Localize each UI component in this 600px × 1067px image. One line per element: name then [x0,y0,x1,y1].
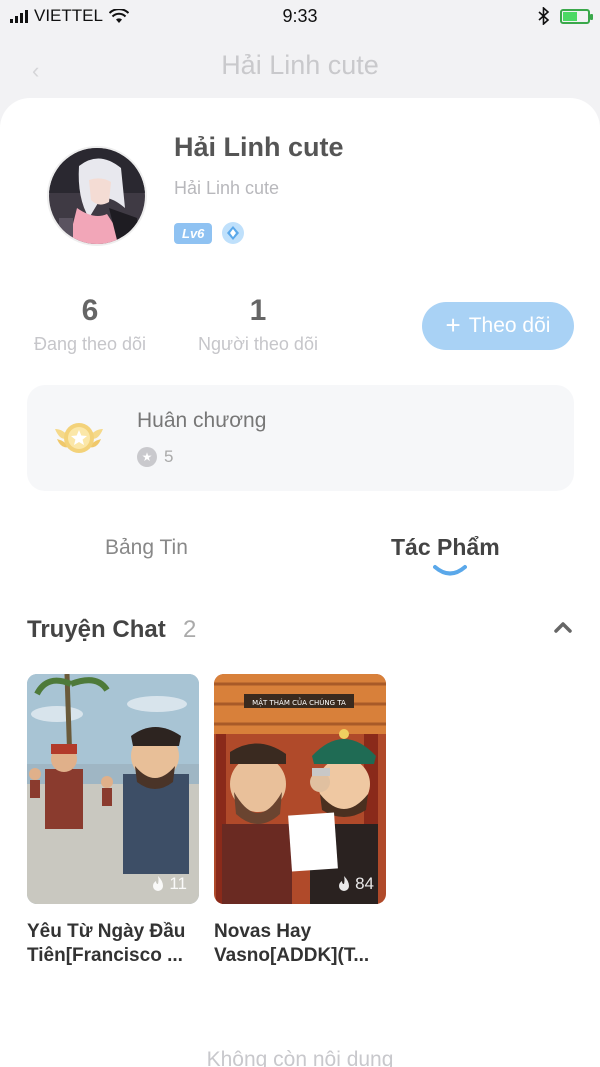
profile-sheet: Hải Linh cute Hải Linh cute Lv6 6 Đang t… [0,98,600,1067]
story-thumbnail[interactable]: MẬT THÁM CỦA CHÚNG TA 84 [214,674,386,904]
story-title[interactable]: Yêu Từ Ngày Đầu Tiên[Francisco ... [27,920,207,968]
tab-news[interactable]: Bảng Tin [105,536,188,560]
medals-title: Huân chương [137,409,267,432]
status-bar: VIETTEL 9:33 [0,0,600,32]
level-badge: Lv6 [174,222,213,244]
active-tab-indicator [433,565,467,576]
story-title[interactable]: Novas Hay Vasno[ADDK](T... [214,920,394,968]
following-label: Đang theo dõi [33,334,147,354]
story-title-line: Yêu Từ Ngày Đầu [27,921,186,942]
avatar[interactable] [47,146,147,246]
story-title-line: Vasno[ADDK](T... [214,945,370,966]
tab-works[interactable]: Tác Phẩm [391,534,500,561]
bluetooth-icon [538,7,550,25]
following-stat[interactable]: 6 Đang theo dõi [28,294,152,355]
wifi-icon [108,8,129,23]
follow-button[interactable]: + Theo dõi [422,302,574,350]
signal-icon [10,9,28,23]
chevron-up-icon[interactable] [553,620,573,634]
rank-badge-icon [222,222,245,244]
profile-name: Hải Linh cute [174,132,344,162]
followers-label: Người theo dõi [198,334,318,354]
following-count: 6 [81,294,99,327]
section-count: 2 [183,616,197,643]
end-of-content-text: Không còn nội dung [206,1048,394,1067]
section-title: Truyện Chat [27,616,166,643]
star-icon: ★ [137,447,157,467]
medals-count: 5 [164,447,174,466]
medal-icon [55,423,103,453]
plus-icon: + [445,310,461,340]
page-title: Hải Linh cute [221,50,379,80]
flame-icon [339,875,350,891]
followers-count: 1 [249,294,267,327]
followers-stat[interactable]: 1 Người theo dõi [190,294,326,355]
likes-count: 11 [169,874,187,893]
flame-icon [153,875,164,891]
likes-count: 84 [355,874,374,893]
story-thumbnail[interactable]: 11 [27,674,199,904]
carrier-name: VIETTEL [34,6,103,25]
story-title-line: Novas Hay [214,921,312,942]
story-title-line: Tiên[Francisco ... [27,945,183,966]
svg-text:MẬT THÁM CỦA CHÚNG TA: MẬT THÁM CỦA CHÚNG TA [252,697,346,707]
profile-handle: Hải Linh cute [174,178,280,198]
battery-icon [560,8,593,24]
medals-card[interactable]: Huân chương ★ 5 [27,385,574,491]
follow-button-label: Theo dõi [468,314,551,337]
